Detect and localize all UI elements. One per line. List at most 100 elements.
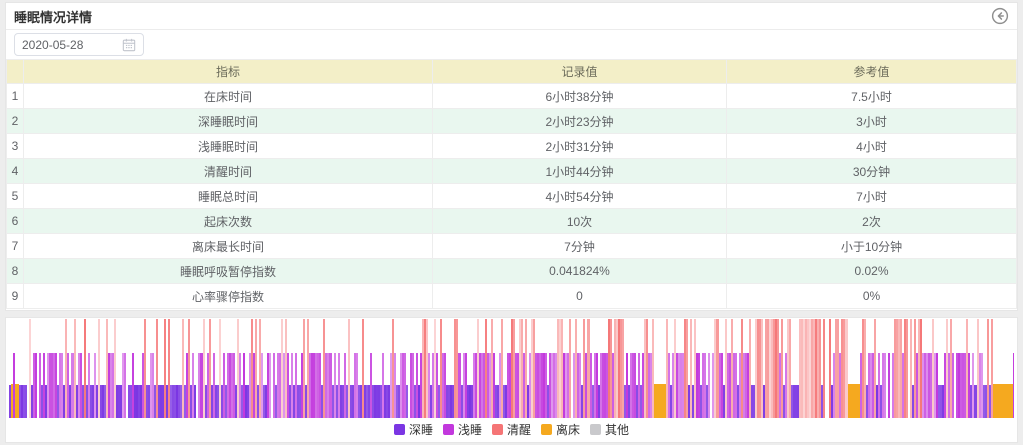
cell-record: 7分钟 [433,234,727,259]
stage-bar-light [416,353,418,418]
cell-record: 1小时44分钟 [433,159,727,184]
deep-sleep-swatch-icon [394,424,405,435]
other-swatch-icon [590,424,601,435]
stage-bar-awake [991,319,993,418]
stage-bar-deep [194,385,196,418]
date-value: 2020-05-28 [22,38,122,52]
table-row: 4清醒时间1小时44分钟30分钟 [7,159,1017,184]
table-row: 1在床时间6小时38分钟7.5小时 [7,84,1017,109]
legend-item-other[interactable]: 其他 [590,421,629,438]
table-row: 9心率骤停指数00% [7,284,1017,309]
table-header-row: 指标 记录值 参考值 [7,60,1017,84]
stage-bar-deep [406,385,408,418]
cell-indicator: 深睡眠时间 [24,109,433,134]
cell-indicator: 离床最长时间 [24,234,433,259]
legend-item-awake[interactable]: 清醒 [492,421,531,438]
stage-bar-awake [906,319,908,418]
stage-bar-light [888,353,890,418]
light-sleep-swatch-icon [443,424,454,435]
stage-bar-deep [467,385,469,418]
cell-reference: 7小时 [727,184,1017,209]
header-record: 记录值 [433,60,727,84]
chart-card: 深睡 浅睡 清醒 离床 其他 [5,317,1018,443]
stage-bar-light [35,353,37,418]
stage-bar-light [952,353,954,418]
row-num: 8 [7,259,24,284]
legend-label: 清醒 [507,421,531,438]
row-num: 1 [7,84,24,109]
cell-reference: 小于10分钟 [727,234,1017,259]
sleep-stage-timeline-chart [9,319,1014,418]
stage-bar-light [13,353,15,418]
stage-bar-deep [9,385,11,418]
cell-record: 2小时31分钟 [433,134,727,159]
table-row: 3浅睡眠时间2小时31分钟4小时 [7,134,1017,159]
legend-label: 其他 [605,421,629,438]
stage-bar-deep [25,385,27,418]
table-row: 8睡眠呼吸暂停指数0.041824%0.02% [7,259,1017,284]
toolbar: 2020-05-28 [6,30,1017,59]
cell-record: 2小时23分钟 [433,109,727,134]
stage-bar-light [708,353,710,418]
cell-indicator: 睡眠总时间 [24,184,433,209]
cell-indicator: 睡眠呼吸暂停指数 [24,259,433,284]
cell-reference: 0% [727,284,1017,309]
cell-indicator: 心率骤停指数 [24,284,433,309]
cell-indicator: 在床时间 [24,84,433,109]
stage-bar-light [884,353,886,418]
stage-bar-awake [845,319,847,418]
cell-record: 0.041824% [433,259,727,284]
cell-reference: 4小时 [727,134,1017,159]
row-num: 2 [7,109,24,134]
cell-record: 0 [433,284,727,309]
row-num: 3 [7,134,24,159]
table-row: 6起床次数10次2次 [7,209,1017,234]
table-row: 7离床最长时间7分钟小于10分钟 [7,234,1017,259]
cell-record: 4小时54分钟 [433,184,727,209]
table-row: 5睡眠总时间4小时54分钟7小时 [7,184,1017,209]
header-indicator: 指标 [24,60,433,84]
title-bar: 睡眠情况详情 [6,3,1017,30]
stage-bar-awake [569,319,571,418]
cell-reference: 3小时 [727,109,1017,134]
row-num: 5 [7,184,24,209]
cell-record: 10次 [433,209,727,234]
row-num: 4 [7,159,24,184]
detail-card: 睡眠情况详情 2020-05-28 [5,2,1018,311]
legend-item-deep[interactable]: 深睡 [394,421,433,438]
stage-bar-awake [823,319,825,418]
cell-reference: 30分钟 [727,159,1017,184]
table-row: 2深睡眠时间2小时23分钟3小时 [7,109,1017,134]
cell-reference: 2次 [727,209,1017,234]
cell-indicator: 起床次数 [24,209,433,234]
back-button[interactable] [991,7,1009,25]
awake-swatch-icon [492,424,503,435]
cell-indicator: 清醒时间 [24,159,433,184]
stage-bar-awake [652,319,654,418]
out-of-bed-swatch-icon [541,424,552,435]
header-index [7,60,24,84]
stage-bar-deep [174,385,176,418]
page-title: 睡眠情况详情 [14,7,92,26]
row-num: 7 [7,234,24,259]
circle-arrow-left-icon [991,7,1009,25]
stage-bar-light [269,353,271,418]
stage-bar-deep [134,385,136,418]
cell-reference: 0.02% [727,259,1017,284]
legend-label: 离床 [556,421,580,438]
chart-legend: 深睡 浅睡 清醒 离床 其他 [6,418,1017,440]
calendar-icon [122,38,136,52]
legend-item-outbed[interactable]: 离床 [541,421,580,438]
legend-label: 浅睡 [458,421,482,438]
cell-reference: 7.5小时 [727,84,1017,109]
date-picker[interactable]: 2020-05-28 [14,33,144,56]
sleep-detail-page: 睡眠情况详情 2020-05-28 [0,0,1023,445]
legend-label: 深睡 [409,421,433,438]
cell-indicator: 浅睡眠时间 [24,134,433,159]
legend-item-light[interactable]: 浅睡 [443,421,482,438]
stage-bar-light [124,353,126,418]
sleep-metrics-table: 指标 记录值 参考值 1在床时间6小时38分钟7.5小时 2深睡眠时间2小时23… [6,59,1017,309]
cell-record: 6小时38分钟 [433,84,727,109]
row-num: 6 [7,209,24,234]
header-reference: 参考值 [727,60,1017,84]
